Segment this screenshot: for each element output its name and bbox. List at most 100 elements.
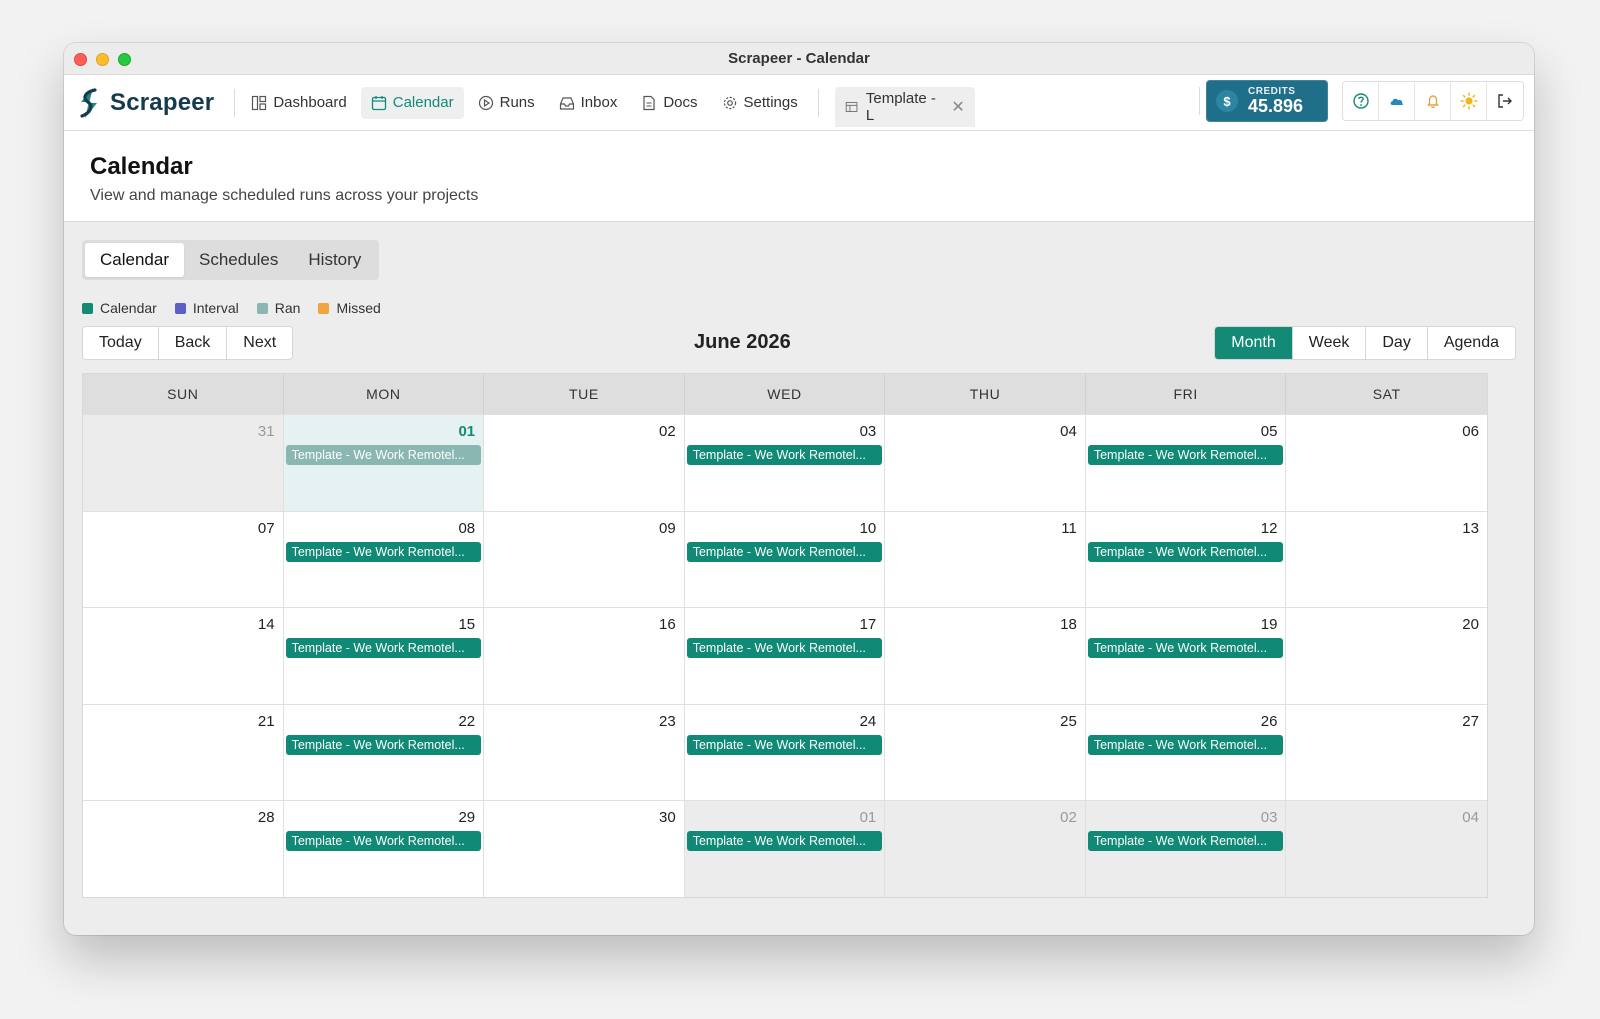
day-number[interactable]: 26	[1086, 705, 1286, 733]
day-cell[interactable]: 28	[83, 800, 284, 897]
day-cell[interactable]: 12 Template - We Work Remotel...	[1085, 510, 1287, 607]
calendar-event[interactable]: Template - We Work Remotel...	[686, 445, 883, 465]
calendar-event[interactable]: Template - We Work Remotel...	[285, 541, 482, 562]
brand-logo[interactable]: Scrapeer	[76, 86, 228, 120]
calendar-event[interactable]: Template - We Work Remotel...	[285, 638, 482, 658]
calendar-event[interactable]: Template - We Work Remotel...	[1087, 541, 1284, 562]
calendar-event[interactable]: Template - We Work Remotel...	[686, 638, 883, 658]
day-number[interactable]: 08	[284, 512, 484, 540]
calendar-event[interactable]: Template - We Work Remotel...	[285, 734, 482, 755]
day-cell[interactable]: 16	[484, 607, 685, 704]
day-number[interactable]: 02	[885, 801, 1085, 829]
minimize-window-button[interactable]	[96, 53, 109, 66]
open-tab-template[interactable]: Template - L ✕	[834, 86, 975, 127]
day-number[interactable]: 31	[83, 415, 283, 443]
calendar-event[interactable]: Template - We Work Remotel...	[1087, 831, 1284, 851]
day-number[interactable]: 29	[284, 801, 484, 829]
theme-toggle-button[interactable]	[1451, 82, 1487, 120]
day-number[interactable]: 03	[685, 415, 885, 443]
day-cell[interactable]: 18	[885, 607, 1086, 704]
view-month-button[interactable]: Month	[1215, 327, 1293, 359]
day-number[interactable]: 14	[83, 608, 283, 636]
day-number[interactable]: 20	[1286, 608, 1487, 636]
day-cell[interactable]: 11	[885, 510, 1086, 607]
calendar-event[interactable]: Template - We Work Remotel...	[1087, 638, 1284, 658]
day-number[interactable]: 11	[885, 512, 1085, 540]
day-cell[interactable]: 02	[885, 800, 1086, 897]
calendar-event[interactable]: Template - We Work Remotel...	[285, 831, 482, 851]
day-cell[interactable]: 23	[484, 703, 685, 800]
day-number[interactable]: 07	[83, 512, 283, 540]
nav-item-settings[interactable]: Settings	[712, 87, 808, 119]
day-cell[interactable]: 31	[83, 414, 284, 511]
day-number[interactable]: 30	[484, 801, 684, 829]
maximize-window-button[interactable]	[118, 53, 131, 66]
view-day-button[interactable]: Day	[1366, 327, 1428, 359]
day-cell[interactable]: 14	[83, 607, 284, 704]
logout-button[interactable]	[1487, 82, 1523, 120]
day-cell[interactable]: 01 Template - We Work Remotel...	[283, 414, 485, 511]
day-number[interactable]: 16	[484, 608, 684, 636]
day-number[interactable]: 25	[885, 705, 1085, 733]
day-number[interactable]: 23	[484, 705, 684, 733]
calendar-event[interactable]: Template - We Work Remotel...	[1087, 734, 1284, 755]
close-icon[interactable]: ✕	[951, 97, 964, 117]
help-button[interactable]	[1343, 82, 1379, 120]
day-cell[interactable]: 02	[484, 414, 685, 511]
day-number[interactable]: 24	[685, 705, 885, 733]
day-number[interactable]: 21	[83, 705, 283, 733]
calendar-event[interactable]: Template - We Work Remotel...	[686, 831, 883, 851]
view-agenda-button[interactable]: Agenda	[1427, 327, 1515, 359]
day-cell[interactable]: 04	[1286, 800, 1487, 897]
close-window-button[interactable]	[74, 53, 87, 66]
day-cell[interactable]: 04	[885, 414, 1086, 511]
tab-history[interactable]: History	[293, 243, 376, 277]
day-number[interactable]: 17	[685, 608, 885, 636]
calendar-event[interactable]: Template - We Work Remotel...	[686, 734, 883, 755]
day-cell[interactable]: 13	[1286, 510, 1487, 607]
back-button[interactable]: Back	[158, 327, 228, 359]
calendar-event[interactable]: Template - We Work Remotel...	[686, 541, 883, 562]
day-number[interactable]: 09	[484, 512, 684, 540]
calendar-event[interactable]: Template - We Work Remotel...	[1087, 445, 1284, 465]
day-cell[interactable]: 03 Template - We Work Remotel...	[684, 414, 886, 511]
day-cell[interactable]: 20	[1286, 607, 1487, 704]
nav-item-runs[interactable]: Runs	[468, 87, 545, 119]
day-cell[interactable]: 05 Template - We Work Remotel...	[1085, 414, 1287, 511]
day-cell[interactable]: 24 Template - We Work Remotel...	[684, 703, 886, 800]
day-number[interactable]: 15	[284, 608, 484, 636]
day-cell[interactable]: 21	[83, 703, 284, 800]
day-cell[interactable]: 07	[83, 510, 284, 607]
tab-calendar[interactable]: Calendar	[85, 243, 184, 277]
day-number[interactable]: 18	[885, 608, 1085, 636]
day-cell[interactable]: 29 Template - We Work Remotel...	[283, 800, 485, 897]
day-cell[interactable]: 10 Template - We Work Remotel...	[684, 510, 886, 607]
day-number[interactable]: 02	[484, 415, 684, 443]
day-number[interactable]: 04	[885, 415, 1085, 443]
day-cell[interactable]: 03 Template - We Work Remotel...	[1085, 800, 1287, 897]
nav-item-docs[interactable]: Docs	[631, 87, 707, 119]
day-cell[interactable]: 27	[1286, 703, 1487, 800]
day-cell[interactable]: 01 Template - We Work Remotel...	[684, 800, 886, 897]
day-number[interactable]: 06	[1286, 415, 1487, 443]
day-number[interactable]: 01	[685, 801, 885, 829]
day-cell[interactable]: 25	[885, 703, 1086, 800]
today-button[interactable]: Today	[83, 327, 159, 359]
tab-schedules[interactable]: Schedules	[184, 243, 293, 277]
day-cell[interactable]: 19 Template - We Work Remotel...	[1085, 607, 1287, 704]
day-number[interactable]: 22	[284, 705, 484, 733]
notifications-button[interactable]	[1415, 82, 1451, 120]
nav-item-inbox[interactable]: Inbox	[549, 87, 628, 119]
day-cell[interactable]: 06	[1286, 414, 1487, 511]
day-number[interactable]: 05	[1086, 415, 1286, 443]
cloud-button[interactable]	[1379, 82, 1415, 120]
day-cell[interactable]: 08 Template - We Work Remotel...	[283, 510, 485, 607]
view-week-button[interactable]: Week	[1292, 327, 1367, 359]
day-cell[interactable]: 15 Template - We Work Remotel...	[283, 607, 485, 704]
day-number[interactable]: 04	[1286, 801, 1487, 829]
day-number[interactable]: 19	[1086, 608, 1286, 636]
next-button[interactable]: Next	[227, 327, 293, 359]
nav-item-dashboard[interactable]: Dashboard	[241, 87, 356, 119]
day-number[interactable]: 27	[1286, 705, 1487, 733]
day-number[interactable]: 01	[284, 415, 484, 443]
